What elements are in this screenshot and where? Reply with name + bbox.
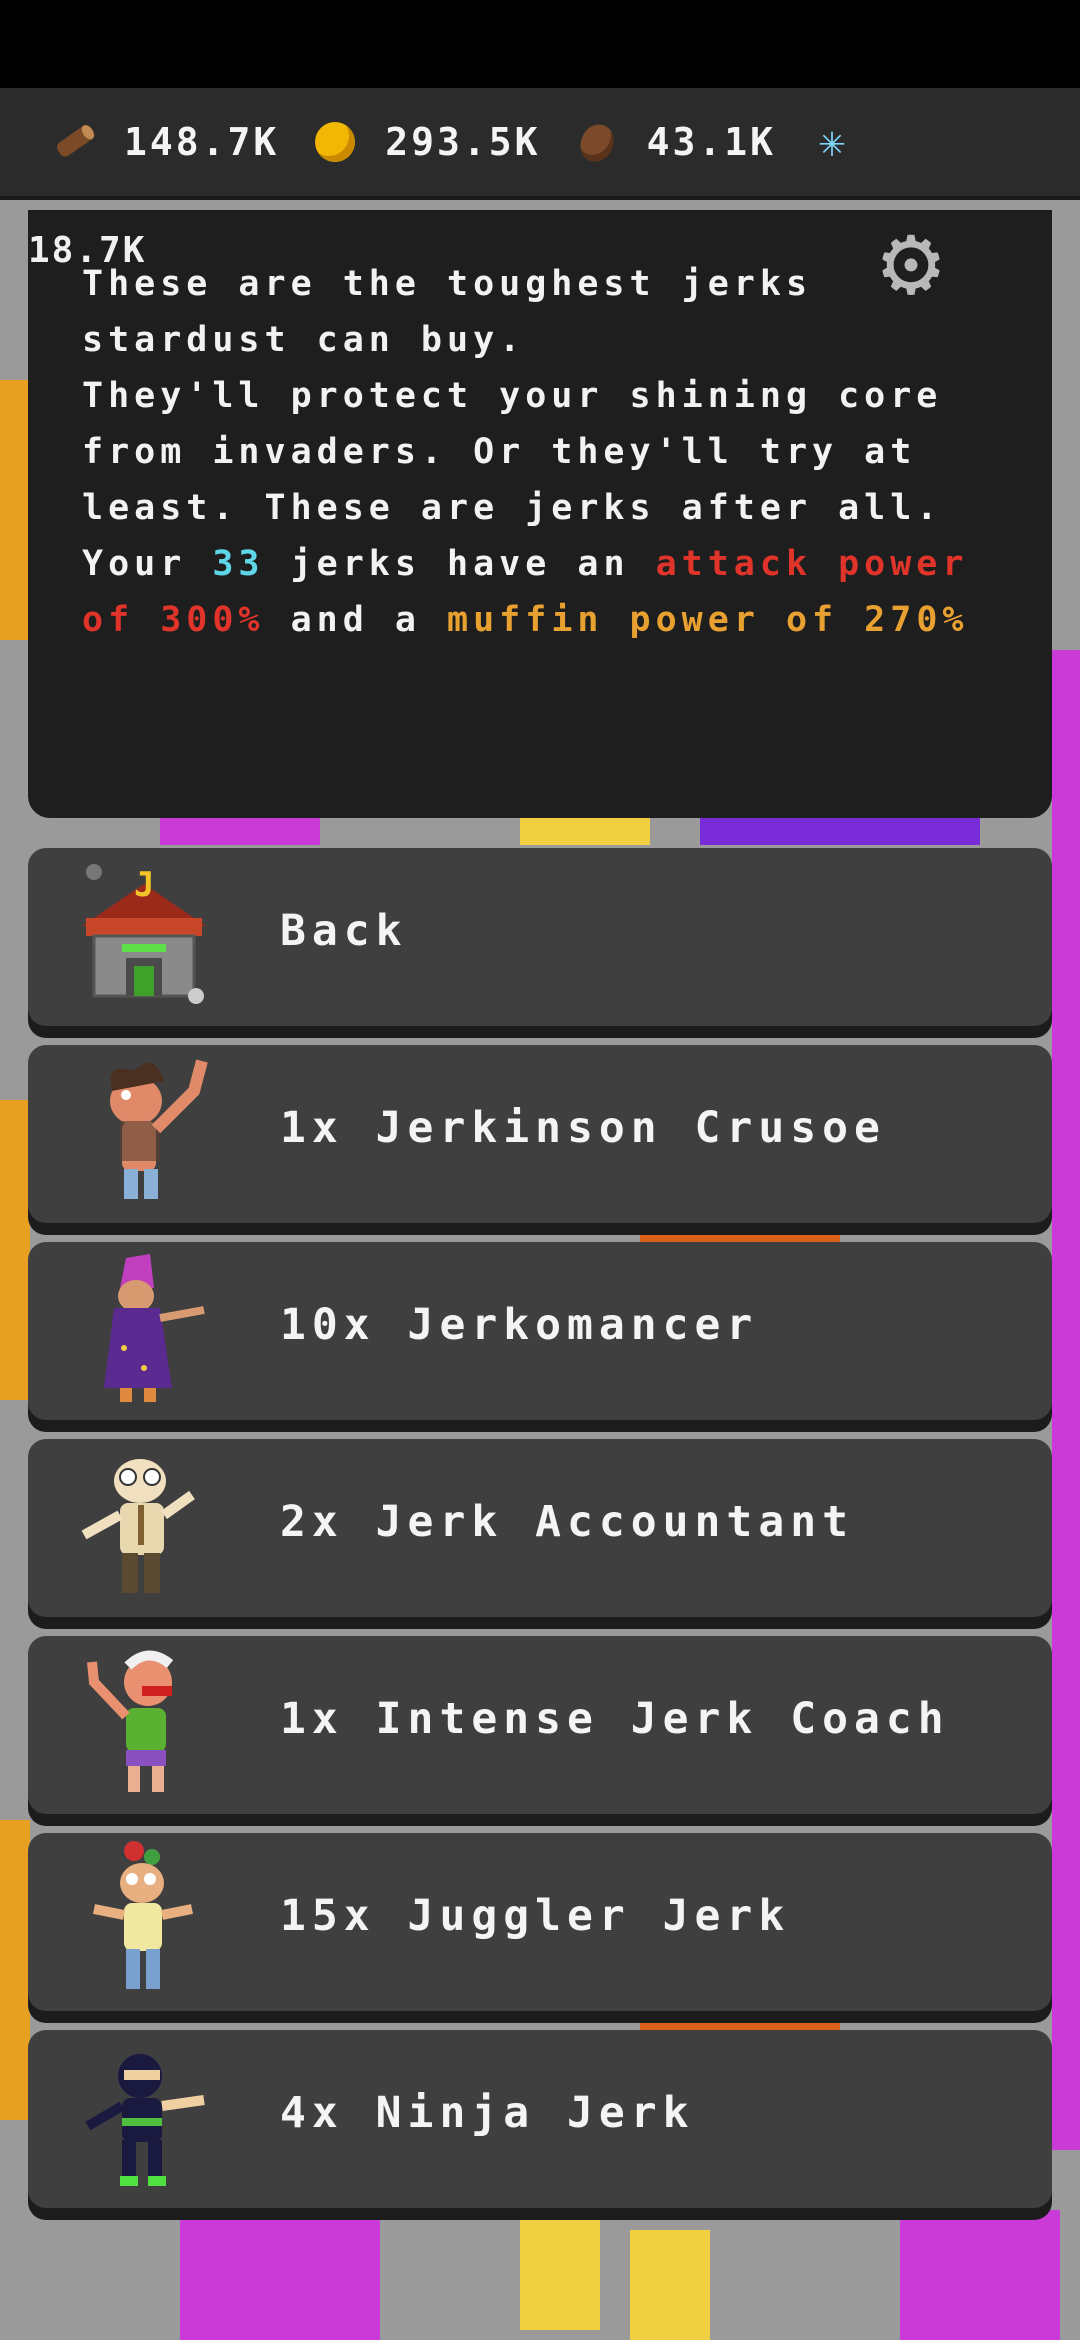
muffin-power-text: muffin power of 270% (447, 600, 969, 640)
stardust-icon: ✳ (818, 116, 846, 167)
info-line-2: They'll protect your shining core from i… (82, 376, 943, 528)
jerk-accountant-button[interactable]: 2x Jerk Accountant (28, 1439, 1052, 1617)
jerk-house-icon: J (82, 864, 206, 1004)
coin-resource: 293.5K (313, 120, 540, 164)
info-line-1: These are the toughest jerks stardust ca… (82, 264, 813, 360)
coin-amount: 293.5K (385, 120, 541, 164)
wood-log-icon (43, 111, 104, 172)
resource-bar: 148.7K 293.5K 43.1K ✳ (0, 88, 1080, 200)
info-line-3: Your 33 jerks have an attack power of 30… (82, 544, 969, 640)
info-text: These are the toughest jerks stardust ca… (82, 256, 1012, 648)
jerkinson-crusoe-icon (110, 1059, 208, 1199)
bean-amount: 43.1K (646, 120, 776, 164)
juggler-jerk-button[interactable]: 15x Juggler Jerk (28, 1833, 1052, 2011)
jerkomancer-label: 10x Jerkomancer (280, 1300, 759, 1350)
stardust-resource: ✳ (810, 120, 882, 164)
back-button[interactable]: J Back (28, 848, 1052, 1026)
bean-resource: 43.1K (575, 120, 776, 164)
intense-jerk-coach-button[interactable]: 1x Intense Jerk Coach (28, 1636, 1052, 1814)
intense-jerk-coach-icon (87, 1650, 174, 1792)
coffee-bean-icon (575, 120, 619, 164)
jerkinson-crusoe-label: 1x Jerkinson Crusoe (280, 1103, 886, 1153)
jerk-accountant-label: 2x Jerk Accountant (280, 1497, 854, 1547)
ninja-jerk-label: 4x Ninja Jerk (280, 2088, 695, 2138)
jerkinson-crusoe-button[interactable]: 1x Jerkinson Crusoe (28, 1045, 1052, 1223)
jerk-accountant-icon (81, 1459, 195, 1593)
jerkomancer-button[interactable]: 10x Jerkomancer (28, 1242, 1052, 1420)
jerk-count: 33 (212, 544, 265, 584)
juggler-jerk-icon (93, 1841, 193, 1989)
gold-coin-icon (313, 120, 357, 164)
juggler-jerk-label: 15x Juggler Jerk (280, 1891, 791, 1941)
intense-jerk-coach-label: 1x Intense Jerk Coach (280, 1694, 950, 1744)
ninja-jerk-button[interactable]: 4x Ninja Jerk (28, 2030, 1052, 2208)
svg-text:J: J (134, 865, 154, 905)
status-bar (0, 0, 1080, 88)
back-label: Back (280, 906, 408, 956)
jerkomancer-icon (104, 1254, 205, 1402)
wood-resource: 148.7K (52, 120, 279, 164)
wood-amount: 148.7K (124, 120, 280, 164)
ninja-jerk-icon (85, 2054, 205, 2186)
